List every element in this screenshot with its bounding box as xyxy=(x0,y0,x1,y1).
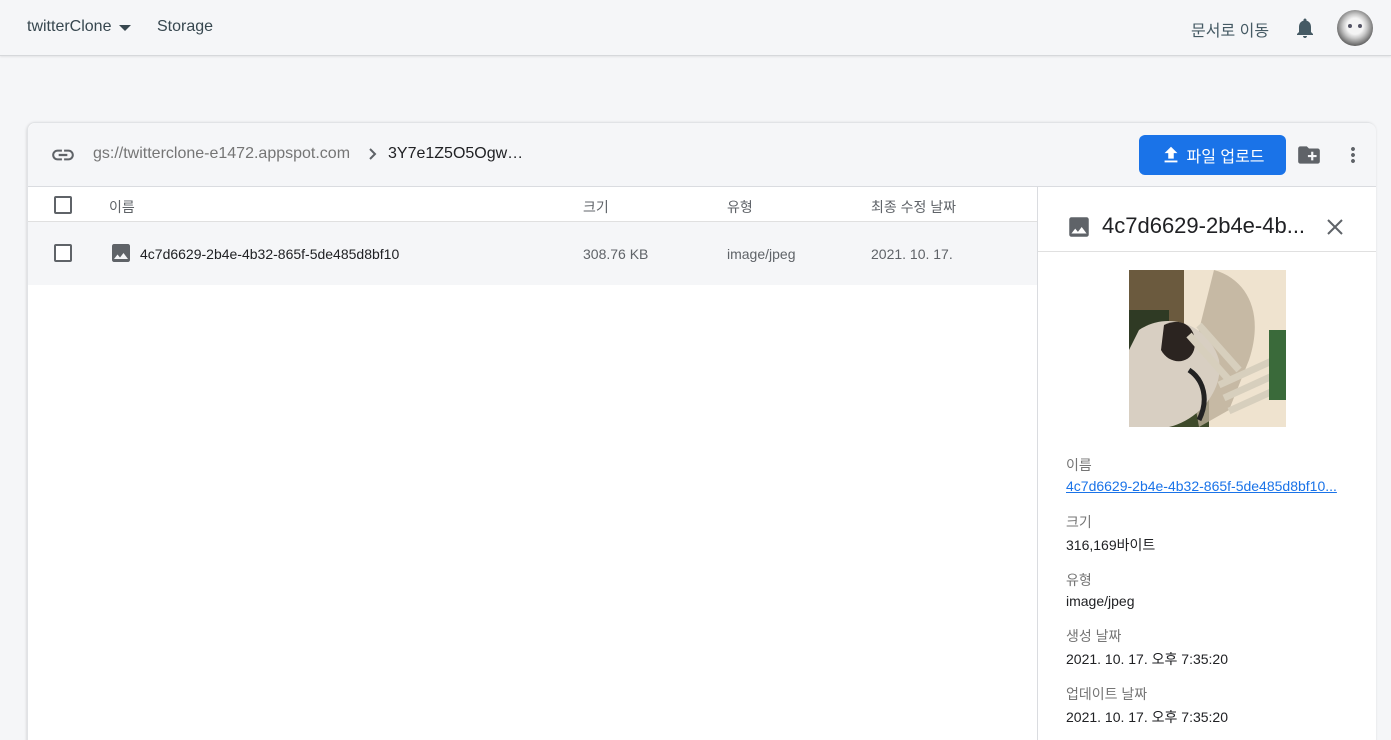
file-detail-panel: 4c7d6629-2b4e-4b... 이름 4c7d6629-2b4e-4b3… xyxy=(1037,187,1376,740)
meta-updated: 업데이트 날짜 2021. 10. 17. 오후 7:35:20 xyxy=(1066,684,1356,727)
meta-type-label: 유형 xyxy=(1066,572,1092,588)
image-icon xyxy=(1069,217,1089,237)
meta-type: 유형 image/jpeg xyxy=(1066,570,1356,609)
avatar[interactable] xyxy=(1337,10,1373,46)
caret-down-icon xyxy=(119,25,132,31)
detail-header: 4c7d6629-2b4e-4b... xyxy=(1038,187,1376,252)
column-name[interactable]: 이름 xyxy=(109,197,135,217)
column-size[interactable]: 크기 xyxy=(583,197,609,217)
meta-updated-value: 2021. 10. 17. 오후 7:35:20 xyxy=(1066,709,1228,725)
upload-file-button[interactable]: 파일 업로드 xyxy=(1139,135,1286,175)
upload-icon xyxy=(1165,146,1178,163)
breadcrumb-bucket[interactable]: gs://twitterclone-e1472.appspot.com xyxy=(93,145,350,163)
meta-created-label: 생성 날짜 xyxy=(1066,628,1122,644)
meta-name-label: 이름 xyxy=(1066,457,1092,473)
upload-button-label: 파일 업로드 xyxy=(1186,149,1265,166)
meta-name: 이름 4c7d6629-2b4e-4b32-865f-5de485d8bf10.… xyxy=(1066,455,1356,494)
bell-icon[interactable] xyxy=(1293,16,1317,40)
docs-link[interactable]: 문서로 이동 xyxy=(1191,17,1269,41)
table-header: 이름 크기 유형 최종 수정 날짜 xyxy=(28,187,1037,222)
link-icon[interactable] xyxy=(50,142,76,168)
project-selector[interactable]: twitterClone xyxy=(27,18,132,36)
meta-name-link[interactable]: 4c7d6629-2b4e-4b32-865f-5de485d8bf10... xyxy=(1066,478,1356,494)
meta-size-value: 316,169바이트 xyxy=(1066,537,1156,553)
more-vert-icon[interactable] xyxy=(1341,142,1365,168)
meta-updated-label: 업데이트 날짜 xyxy=(1066,686,1148,702)
meta-size-label: 크기 xyxy=(1066,514,1092,530)
breadcrumb-folder: 3Y7e1Z5O5Ogw… xyxy=(388,145,524,162)
chevron-right-icon xyxy=(369,148,377,160)
meta-created: 생성 날짜 2021. 10. 17. 오후 7:35:20 xyxy=(1066,626,1356,669)
path-bar: gs://twitterclone-e1472.appspot.com 3Y7e… xyxy=(28,123,1376,187)
file-size: 308.76 KB xyxy=(583,246,649,262)
image-icon xyxy=(112,244,130,262)
file-name[interactable]: 4c7d6629-2b4e-4b32-865f-5de485d8bf10 xyxy=(140,246,399,262)
section-title: Storage xyxy=(157,18,214,35)
column-type[interactable]: 유형 xyxy=(727,197,753,217)
file-modified: 2021. 10. 17. xyxy=(871,246,953,262)
table-row[interactable]: 4c7d6629-2b4e-4b32-865f-5de485d8bf10 308… xyxy=(28,222,1037,285)
top-bar: twitterClone Storage 문서로 이동 xyxy=(0,0,1391,56)
file-type: image/jpeg xyxy=(727,246,796,262)
meta-size: 크기 316,169바이트 xyxy=(1066,512,1356,555)
storage-card: gs://twitterclone-e1472.appspot.com 3Y7e… xyxy=(27,122,1376,740)
detail-title: 4c7d6629-2b4e-4b... xyxy=(1102,213,1306,238)
row-checkbox[interactable] xyxy=(54,244,72,262)
close-icon[interactable] xyxy=(1326,218,1344,236)
select-all-checkbox[interactable] xyxy=(54,196,72,214)
image-preview xyxy=(1129,270,1286,427)
meta-created-value: 2021. 10. 17. 오후 7:35:20 xyxy=(1066,651,1228,667)
meta-type-value: image/jpeg xyxy=(1066,593,1135,609)
column-modified[interactable]: 최종 수정 날짜 xyxy=(871,197,956,217)
create-folder-icon[interactable] xyxy=(1296,142,1322,168)
project-name: twitterClone xyxy=(27,18,112,35)
file-table: 이름 크기 유형 최종 수정 날짜 4c7d6629-2b4e-4b32-865… xyxy=(28,187,1037,285)
